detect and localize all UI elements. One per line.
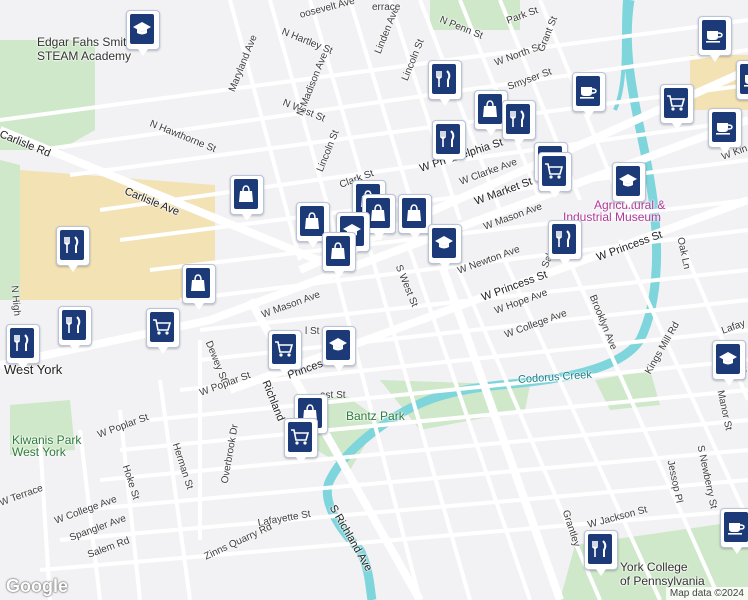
restaurant-icon xyxy=(62,310,86,340)
shopping-marker[interactable] xyxy=(398,194,432,240)
grocery-marker[interactable] xyxy=(660,84,694,130)
grocery-icon xyxy=(150,312,174,342)
restaurant-marker[interactable] xyxy=(58,306,92,352)
grocery-icon xyxy=(542,156,566,186)
grocery-icon xyxy=(664,88,688,118)
coffee-marker[interactable] xyxy=(698,16,732,62)
school-marker[interactable] xyxy=(126,10,160,56)
place-label: West York xyxy=(12,445,66,459)
grocery-marker[interactable] xyxy=(284,418,318,464)
street-label: l St xyxy=(305,326,320,337)
coffee-marker[interactable] xyxy=(572,72,606,118)
school-icon xyxy=(130,14,154,44)
restaurant-icon xyxy=(436,124,460,154)
restaurant-icon xyxy=(432,64,456,94)
school-icon xyxy=(326,330,350,360)
place-label: STEAM Academy xyxy=(37,49,132,63)
shopping-icon xyxy=(234,179,258,209)
shopping-icon xyxy=(300,206,324,236)
coffee-marker[interactable] xyxy=(720,508,748,554)
coffee-icon xyxy=(712,112,736,142)
grocery-marker[interactable] xyxy=(538,152,572,198)
coffee-icon xyxy=(702,20,726,50)
restaurant-marker[interactable] xyxy=(6,324,40,370)
grocery-icon xyxy=(272,334,296,364)
school-marker[interactable] xyxy=(712,340,746,386)
shopping-marker[interactable] xyxy=(230,175,264,221)
coffee-marker[interactable] xyxy=(708,108,742,154)
shopping-marker[interactable] xyxy=(182,264,216,310)
grocery-marker[interactable] xyxy=(268,330,302,376)
coffee-icon xyxy=(576,76,600,106)
google-logo: Google xyxy=(6,576,68,596)
map-canvas[interactable]: Edgar Fahs Smith STEAM Academy Agricultu… xyxy=(0,0,748,600)
coffee-icon xyxy=(724,512,748,542)
shopping-marker[interactable] xyxy=(322,232,356,278)
place-label: of Pennsylvania xyxy=(620,574,705,588)
restaurant-icon xyxy=(588,534,612,564)
school-icon xyxy=(432,228,456,258)
coffee-marker[interactable] xyxy=(736,60,748,106)
map-attribution[interactable]: Map data ©2024 xyxy=(665,587,748,600)
restaurant-icon xyxy=(552,224,576,254)
shopping-icon xyxy=(326,236,350,266)
restaurant-marker[interactable] xyxy=(428,60,462,106)
street-label: errace xyxy=(372,2,401,13)
school-marker[interactable] xyxy=(612,162,646,208)
restaurant-icon xyxy=(506,104,530,134)
coffee-icon xyxy=(740,64,748,94)
grocery-marker[interactable] xyxy=(146,308,180,354)
place-label: Bantz Park xyxy=(346,409,405,423)
restaurant-marker[interactable] xyxy=(56,226,90,272)
shopping-icon xyxy=(478,94,502,124)
shopping-icon xyxy=(402,198,426,228)
restaurant-icon xyxy=(60,230,84,260)
place-label: Edgar Fahs Smith xyxy=(37,35,134,49)
grocery-icon xyxy=(288,422,312,452)
school-icon xyxy=(616,166,640,196)
restaurant-marker[interactable] xyxy=(502,100,536,146)
restaurant-marker[interactable] xyxy=(584,530,618,576)
school-marker[interactable] xyxy=(322,326,356,372)
place-label: York College xyxy=(620,560,688,574)
school-marker[interactable] xyxy=(428,224,462,270)
school-icon xyxy=(716,344,740,374)
restaurant-marker[interactable] xyxy=(548,220,582,266)
shopping-icon xyxy=(186,268,210,298)
restaurant-marker[interactable] xyxy=(432,120,466,166)
restaurant-icon xyxy=(10,328,34,358)
